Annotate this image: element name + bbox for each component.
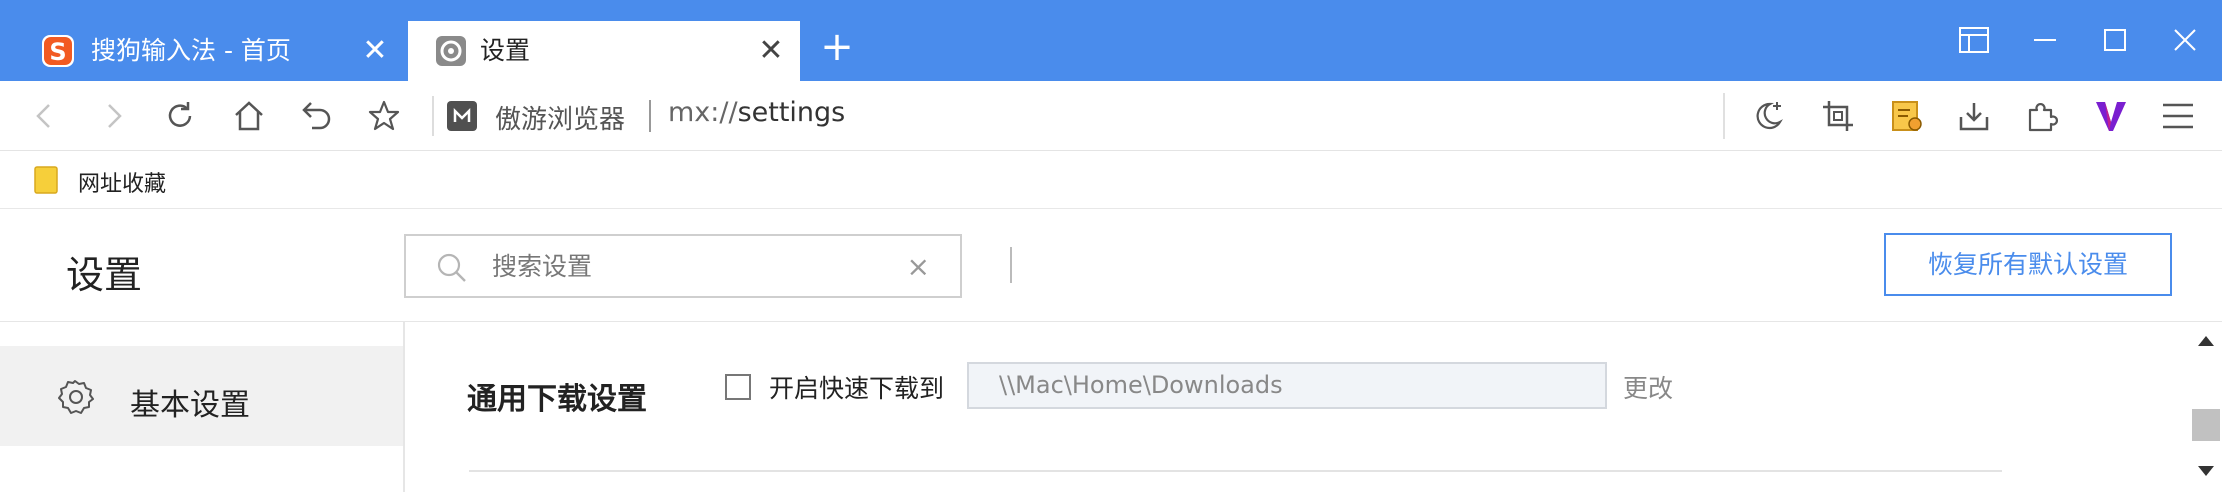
folder-icon bbox=[34, 166, 58, 194]
forward-icon[interactable] bbox=[92, 95, 134, 137]
menu-icon[interactable] bbox=[2157, 95, 2199, 137]
toolbar: 傲游浏览器 mx://settings bbox=[0, 81, 2222, 151]
change-path-link[interactable]: 更改 bbox=[1623, 369, 1673, 405]
back-icon[interactable] bbox=[24, 95, 66, 137]
site-name: 傲游浏览器 bbox=[495, 105, 626, 135]
section-divider bbox=[469, 470, 2002, 472]
notes-icon[interactable] bbox=[1886, 95, 1928, 137]
page-title: 设置 bbox=[66, 253, 143, 297]
search-input[interactable] bbox=[492, 244, 892, 288]
scrollbar[interactable] bbox=[2190, 322, 2222, 492]
search-box[interactable]: × bbox=[404, 234, 962, 298]
tab-title: 设置 bbox=[480, 36, 531, 65]
download-icon[interactable] bbox=[1953, 95, 1995, 137]
screenshot-icon[interactable] bbox=[1817, 95, 1859, 137]
header-separator bbox=[1010, 247, 1012, 283]
sidebar-item-label: 基本设置 bbox=[130, 388, 250, 423]
settings-page: 设置 × 恢复所有默认设置 基本设置 通用下载设置 开启快速下载到 \\Mac\… bbox=[0, 209, 2222, 492]
tab-close-icon[interactable]: ✕ bbox=[756, 36, 786, 66]
search-icon bbox=[437, 253, 466, 282]
address-separator bbox=[432, 96, 434, 136]
title-bar: S 搜狗输入法 - 首页 ✕ 设置 ✕ + bbox=[0, 0, 2222, 81]
quick-download-checkbox[interactable] bbox=[725, 374, 751, 400]
settings-sidebar: 基本设置 bbox=[0, 322, 405, 492]
tab-title: 搜狗输入法 - 首页 bbox=[91, 36, 291, 65]
maxthon-logo-icon bbox=[447, 101, 477, 131]
sidebar-item-basic-settings[interactable]: 基本设置 bbox=[0, 346, 403, 446]
tab-sogou-home[interactable]: S 搜狗输入法 - 首页 ✕ bbox=[0, 21, 408, 81]
reset-defaults-button[interactable]: 恢复所有默认设置 bbox=[1884, 233, 2172, 296]
address-bar-url[interactable]: mx://settings bbox=[668, 97, 845, 128]
svg-text:S: S bbox=[49, 38, 66, 66]
maximize-icon[interactable] bbox=[2095, 20, 2135, 60]
home-icon[interactable] bbox=[228, 95, 270, 137]
close-window-icon[interactable] bbox=[2165, 20, 2205, 60]
tile-icon[interactable] bbox=[1954, 20, 1994, 60]
night-mode-icon[interactable] bbox=[1747, 95, 1789, 137]
scroll-up-arrow-icon[interactable] bbox=[2198, 336, 2214, 346]
search-clear-icon[interactable]: × bbox=[907, 252, 930, 282]
bookmark-bar: 网址收藏 bbox=[0, 152, 2222, 209]
reload-icon[interactable] bbox=[159, 95, 201, 137]
tab-close-icon[interactable]: ✕ bbox=[360, 36, 390, 66]
extensions-icon[interactable] bbox=[2021, 95, 2063, 137]
url-path: settings bbox=[737, 97, 846, 128]
url-scheme: mx:// bbox=[668, 97, 738, 128]
new-tab-button[interactable]: + bbox=[818, 27, 856, 67]
scroll-thumb[interactable] bbox=[2192, 409, 2220, 441]
settings-content: 通用下载设置 开启快速下载到 \\Mac\Home\Downloads 更改 bbox=[407, 322, 2187, 492]
sogou-icon: S bbox=[42, 35, 74, 67]
v-logo-icon[interactable] bbox=[2090, 95, 2132, 137]
tab-settings[interactable]: 设置 ✕ bbox=[408, 21, 800, 81]
settings-tab-icon bbox=[436, 36, 466, 66]
undo-icon[interactable] bbox=[296, 95, 338, 137]
quick-download-label[interactable]: 开启快速下载到 bbox=[769, 369, 944, 405]
minimize-icon[interactable] bbox=[2025, 20, 2065, 60]
url-separator bbox=[649, 100, 651, 132]
download-section-title: 通用下载设置 bbox=[467, 382, 647, 417]
tools-separator bbox=[1723, 93, 1725, 139]
bookmark-folder-label: 网址收藏 bbox=[78, 172, 167, 197]
settings-header: 设置 × 恢复所有默认设置 bbox=[0, 209, 2222, 322]
gear-icon bbox=[58, 380, 94, 414]
download-path-field[interactable]: \\Mac\Home\Downloads bbox=[967, 362, 1607, 409]
scroll-down-arrow-icon[interactable] bbox=[2198, 466, 2214, 476]
star-icon[interactable] bbox=[363, 95, 405, 137]
